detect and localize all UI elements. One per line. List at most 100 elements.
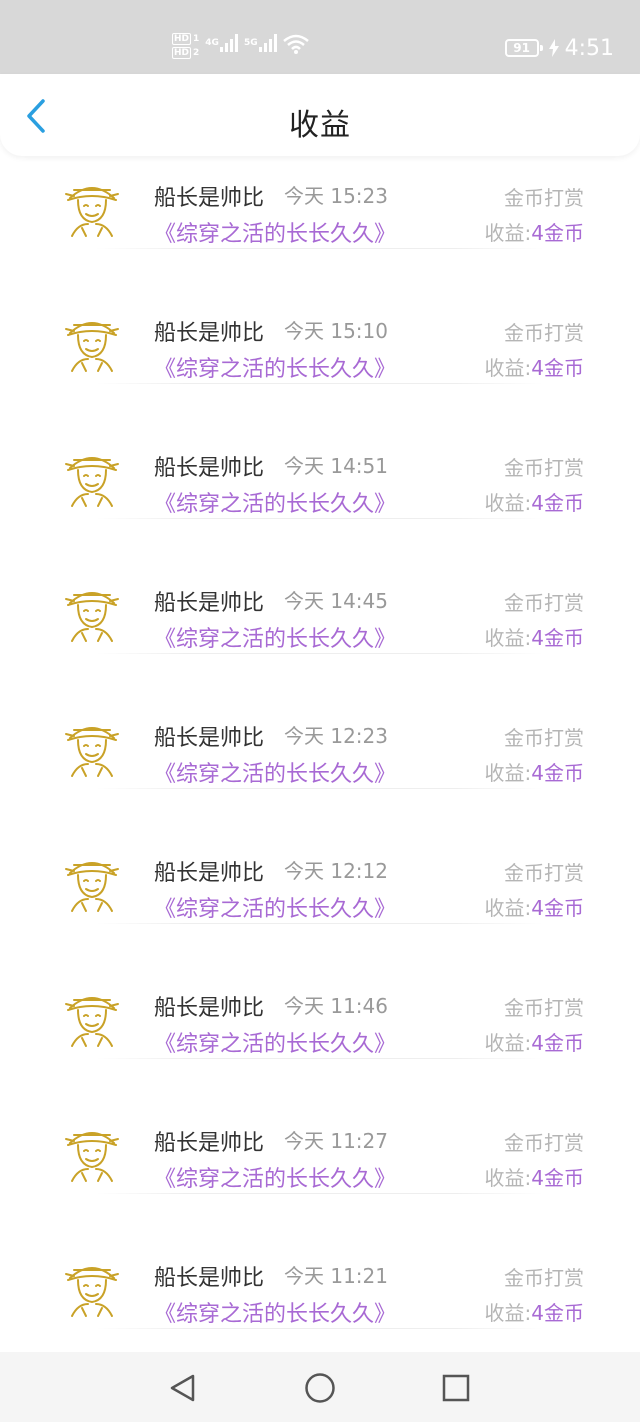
earning-row[interactable]: 船长是帅比 今天 14:51 金币打赏 《综穿之活的长长久久》 收益:4金币 [0, 384, 640, 519]
nav-back-button[interactable] [162, 1370, 202, 1406]
income: 收益:4金币 [485, 892, 584, 921]
net1-label: 4G [205, 38, 219, 48]
page-title: 收益 [289, 108, 351, 143]
income-label: 收益: [484, 221, 532, 245]
avatar-icon [65, 727, 119, 777]
sender-name: 船长是帅比 [154, 321, 265, 346]
sim1-hd: HD [172, 33, 192, 45]
earning-row[interactable]: 船长是帅比 今天 12:12 金币打赏 《综穿之活的长长久久》 收益:4金币 [0, 789, 640, 924]
sim-indicators: HD 1 HD 2 [172, 33, 199, 59]
book-title-link[interactable]: 《综穿之活的长长久久》 [154, 621, 396, 653]
income: 收益:4金币 [485, 757, 584, 786]
reward-type: 金币打赏 [504, 456, 584, 480]
income-value: 4金币 [531, 626, 584, 650]
reward-time: 今天 15:10 [284, 319, 388, 343]
sender-name: 船长是帅比 [154, 996, 265, 1021]
reward-time: 今天 11:21 [284, 1264, 388, 1288]
avatar-icon [65, 322, 119, 372]
circle-home-icon [305, 1373, 335, 1403]
earning-row[interactable]: 船长是帅比 今天 14:45 金币打赏 《综穿之活的长长久久》 收益:4金币 [0, 519, 640, 654]
earnings-list-inner: 船长是帅比 今天 15:23 金币打赏 《综穿之活的长长久久》 收益:4金币 船… [0, 156, 640, 1329]
sender-name: 船长是帅比 [154, 1266, 265, 1291]
battery-icon: 91 [504, 39, 543, 57]
income-value: 4金币 [531, 1031, 584, 1055]
battery-level: 91 [513, 41, 530, 55]
income: 收益:4金币 [485, 1027, 584, 1056]
reward-type: 金币打赏 [504, 1131, 584, 1155]
income-value: 4金币 [531, 491, 584, 515]
clock: 4:51 [564, 35, 614, 61]
sender-name: 船长是帅比 [154, 591, 265, 616]
income: 收益:4金币 [485, 622, 584, 651]
network-4g: 4G [205, 34, 238, 58]
earning-row[interactable]: 船长是帅比 今天 12:23 金币打赏 《综穿之活的长长久久》 收益:4金币 [0, 654, 640, 789]
wifi-icon [282, 34, 309, 54]
signal-bars-icon [219, 34, 238, 52]
income-label: 收益: [484, 626, 532, 650]
book-title-link[interactable]: 《综穿之活的长长久久》 [154, 756, 396, 788]
app-header: 收益 [0, 74, 640, 156]
system-nav-bar [0, 1352, 640, 1422]
reward-type: 金币打赏 [504, 591, 584, 615]
income: 收益:4金币 [485, 487, 584, 516]
sim2-index: 2 [193, 47, 200, 58]
book-title-link[interactable]: 《综穿之活的长长久久》 [154, 1161, 396, 1193]
signal-bars-icon [258, 34, 277, 52]
reward-time: 今天 15:23 [284, 184, 388, 208]
reward-time: 今天 14:45 [284, 589, 388, 613]
income-value: 4金币 [531, 761, 584, 785]
reward-time: 今天 12:12 [284, 859, 388, 883]
reward-time: 今天 11:46 [284, 994, 388, 1018]
sim2-hd: HD [172, 47, 192, 59]
book-title-link[interactable]: 《综穿之活的长长久久》 [154, 1026, 396, 1058]
book-title-link[interactable]: 《综穿之活的长长久久》 [154, 351, 396, 383]
avatar-icon [65, 1267, 119, 1317]
income: 收益:4金币 [485, 1297, 584, 1326]
avatar-icon [65, 592, 119, 642]
row-divider [96, 1328, 544, 1329]
earning-row[interactable]: 船长是帅比 今天 11:46 金币打赏 《综穿之活的长长久久》 收益:4金币 [0, 924, 640, 1059]
earning-row[interactable]: 船长是帅比 今天 11:27 金币打赏 《综穿之活的长长久久》 收益:4金币 [0, 1059, 640, 1194]
income-label: 收益: [484, 356, 532, 380]
income: 收益:4金币 [485, 352, 584, 381]
income-label: 收益: [484, 896, 532, 920]
reward-type: 金币打赏 [504, 726, 584, 750]
book-title-link[interactable]: 《综穿之活的长长久久》 [154, 486, 396, 518]
income-value: 4金币 [531, 1166, 584, 1190]
reward-time: 今天 11:27 [284, 1129, 388, 1153]
earning-row[interactable]: 船长是帅比 今天 15:10 金币打赏 《综穿之活的长长久久》 收益:4金币 [0, 249, 640, 384]
triangle-back-icon [170, 1374, 195, 1402]
status-left: HD 1 HD 2 4G 5G [172, 26, 309, 66]
nav-recents-button[interactable] [436, 1370, 476, 1406]
avatar-icon [65, 997, 119, 1047]
avatar-icon [65, 1132, 119, 1182]
income-value: 4金币 [531, 1301, 584, 1325]
income-label: 收益: [484, 761, 532, 785]
earnings-list[interactable]: 船长是帅比 今天 15:23 金币打赏 《综穿之活的长长久久》 收益:4金币 船… [0, 156, 640, 1348]
reward-type: 金币打赏 [504, 1266, 584, 1290]
earning-row[interactable]: 船长是帅比 今天 15:23 金币打赏 《综穿之活的长长久久》 收益:4金币 [0, 156, 640, 249]
reward-time: 今天 14:51 [284, 454, 388, 478]
square-recents-icon [442, 1374, 470, 1402]
network-5g: 5G [244, 34, 277, 58]
income: 收益:4金币 [485, 1162, 584, 1191]
income-label: 收益: [484, 491, 532, 515]
reward-time: 今天 12:23 [284, 724, 388, 748]
reward-type: 金币打赏 [504, 861, 584, 885]
sim2-indicator: HD 2 [172, 47, 199, 59]
book-title-link[interactable]: 《综穿之活的长长久久》 [154, 216, 396, 248]
avatar-icon [65, 862, 119, 912]
income: 收益:4金币 [485, 217, 584, 246]
earning-row[interactable]: 船长是帅比 今天 11:21 金币打赏 《综穿之活的长长久久》 收益:4金币 [0, 1194, 640, 1329]
reward-type: 金币打赏 [504, 186, 584, 210]
book-title-link[interactable]: 《综穿之活的长长久久》 [154, 1296, 396, 1328]
income-value: 4金币 [531, 221, 584, 245]
sender-name: 船长是帅比 [154, 861, 265, 886]
sim1-indicator: HD 1 [172, 33, 199, 45]
nav-home-button[interactable] [300, 1370, 340, 1406]
book-title-link[interactable]: 《综穿之活的长长久久》 [154, 891, 396, 923]
income-value: 4金币 [531, 896, 584, 920]
avatar-icon [65, 187, 119, 237]
sender-name: 船长是帅比 [154, 1131, 265, 1156]
sender-name: 船长是帅比 [154, 186, 265, 211]
